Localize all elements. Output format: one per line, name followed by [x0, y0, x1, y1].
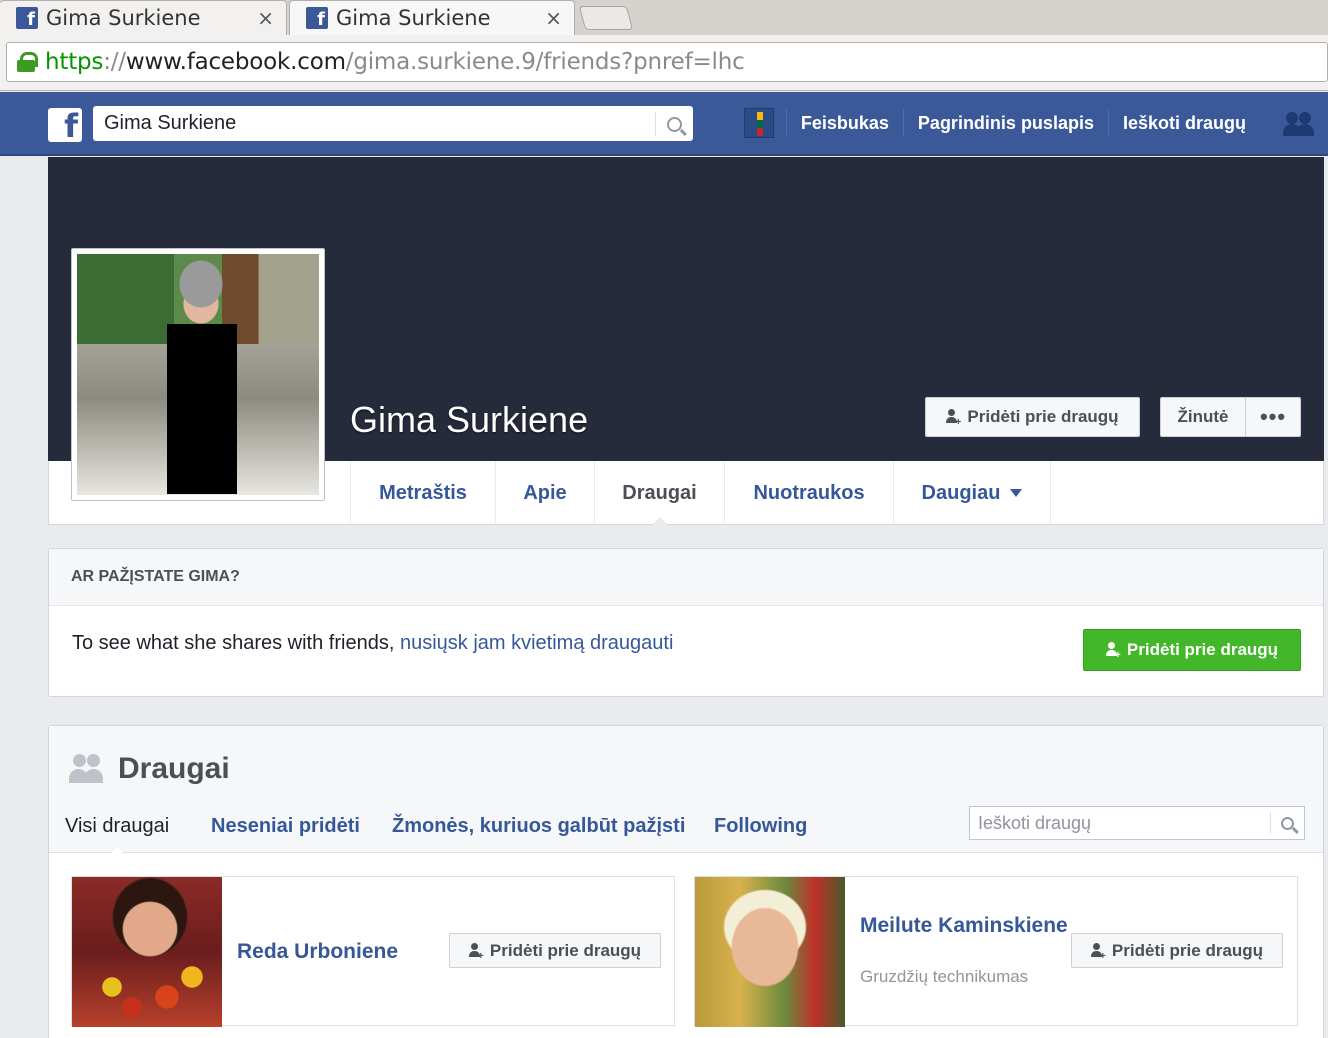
add-friend-label: Pridėti prie draugų — [489, 940, 642, 960]
tab-recently-added[interactable]: Neseniai pridėti — [211, 815, 360, 838]
url-text[interactable]: https://www.facebook.com/gima.surkiene.9… — [45, 49, 745, 75]
profile-name[interactable]: Gima Surkiene — [350, 399, 588, 441]
add-friend-icon: + — [468, 942, 484, 961]
friend-photo[interactable] — [695, 877, 845, 1027]
add-friend-label: Pridėti prie draugų — [1111, 940, 1264, 960]
add-friend-icon: + — [946, 409, 961, 428]
search-icon — [667, 116, 682, 132]
facebook-logo-icon[interactable]: f — [48, 108, 82, 142]
add-friend-icon: + — [1090, 942, 1106, 961]
friend-name[interactable]: Meilute Kaminskiene — [860, 912, 1070, 939]
add-friend-label: Pridėti prie draugų — [1126, 640, 1279, 659]
add-friend-green-button[interactable]: + Pridėti prie draugų — [1083, 629, 1301, 671]
tab-following[interactable]: Following — [714, 815, 807, 838]
search-box — [93, 106, 693, 141]
browser-tab-2[interactable]: f Gima Surkiene × — [289, 0, 575, 35]
browser-toolbar: https://www.facebook.com/gima.surkiene.9… — [0, 35, 1328, 91]
facebook-favicon-icon: f — [306, 7, 328, 29]
friends-header: Draugai Visi draugai Neseniai pridėti Žm… — [49, 726, 1323, 856]
close-tab-icon[interactable]: × — [257, 6, 274, 30]
profile-picture[interactable] — [71, 248, 325, 501]
tab-photos[interactable]: Nuotraukos — [724, 461, 893, 525]
message-button[interactable]: Žinutė — [1160, 397, 1246, 437]
add-friend-button[interactable]: + Pridėti prie draugų — [925, 397, 1140, 437]
address-bar[interactable]: https://www.facebook.com/gima.surkiene.9… — [6, 42, 1328, 82]
add-friend-button[interactable]: + Pridėti prie draugų — [1071, 933, 1283, 968]
tab-more-label: Daugiau — [921, 481, 1001, 504]
add-friend-button[interactable]: + Pridėti prie draugų — [449, 933, 661, 968]
profile-photo-image — [77, 254, 319, 495]
tab-timeline[interactable]: Metraštis — [350, 461, 495, 525]
browser-tabstrip: f Gima Surkiene × f Gima Surkiene × — [0, 0, 1328, 35]
close-tab-icon[interactable]: × — [545, 6, 562, 30]
dropdown-caret-icon — [1010, 489, 1023, 497]
do-you-know-text: To see what she shares with friends, nus… — [72, 632, 674, 654]
facebook-top-bar: f Feisbukas Pagrindinis puslapis Ieškoti… — [0, 92, 1328, 156]
new-tab-button[interactable] — [578, 6, 634, 30]
friend-card: Meilute Kaminskiene Gruzdžių technikumas… — [694, 876, 1298, 1027]
friends-title[interactable]: Draugai — [118, 752, 230, 786]
friends-search-button[interactable] — [1270, 812, 1304, 834]
send-friend-request-link[interactable]: nusiųsk jam kvietimą draugauti — [400, 632, 673, 654]
friends-icon — [69, 754, 105, 784]
nav-home[interactable]: Pagrindinis puslapis — [902, 109, 1108, 137]
search-icon — [1281, 816, 1294, 830]
add-friend-icon: + — [1105, 642, 1121, 661]
friend-name[interactable]: Reda Urboniene — [237, 938, 398, 965]
browser-tab-title: Gima Surkiene — [336, 6, 491, 30]
more-options-button[interactable]: ••• — [1245, 397, 1301, 437]
friends-search-input[interactable] — [970, 812, 1260, 834]
tab-friends[interactable]: Draugai — [594, 461, 724, 526]
do-you-know-heading: AR PAŽĮSTATE GIMA? — [49, 549, 1323, 606]
top-nav: Feisbukas Pagrindinis puslapis Ieškoti d… — [743, 92, 1260, 154]
nav-profile[interactable]: Feisbukas — [785, 109, 903, 137]
friend-photo[interactable] — [72, 877, 222, 1027]
facebook-favicon-icon: f — [16, 7, 38, 29]
search-input[interactable] — [93, 112, 653, 135]
lithuanian-flag-icon — [756, 112, 763, 136]
search-button[interactable] — [655, 112, 693, 136]
tab-more[interactable]: Daugiau — [893, 461, 1051, 525]
add-friend-label: Pridėti prie draugų — [967, 407, 1119, 426]
browser-tab-title: Gima Surkiene — [46, 6, 201, 30]
tab-people-you-may-know[interactable]: Žmonės, kuriuos galbūt pažįsti — [392, 815, 685, 838]
friends-section: Draugai Visi draugai Neseniai pridėti Žm… — [48, 725, 1324, 1038]
friend-subtitle: Gruzdžių technikumas — [860, 967, 1029, 986]
friend-requests-icon[interactable] — [1282, 110, 1316, 138]
tab-about[interactable]: Apie — [495, 461, 594, 525]
lock-icon — [17, 52, 38, 72]
friends-search-box — [969, 806, 1305, 840]
friend-card: Reda Urboniene + Pridėti prie draugų — [71, 876, 675, 1027]
do-you-know-card: AR PAŽĮSTATE GIMA? To see what she share… — [48, 548, 1324, 697]
nav-find-friends[interactable]: Ieškoti draugų — [1107, 109, 1260, 137]
tab-all-friends[interactable]: Visi draugai — [65, 815, 169, 856]
browser-tab-1[interactable]: f Gima Surkiene × — [0, 0, 287, 35]
user-avatar[interactable] — [743, 108, 774, 138]
